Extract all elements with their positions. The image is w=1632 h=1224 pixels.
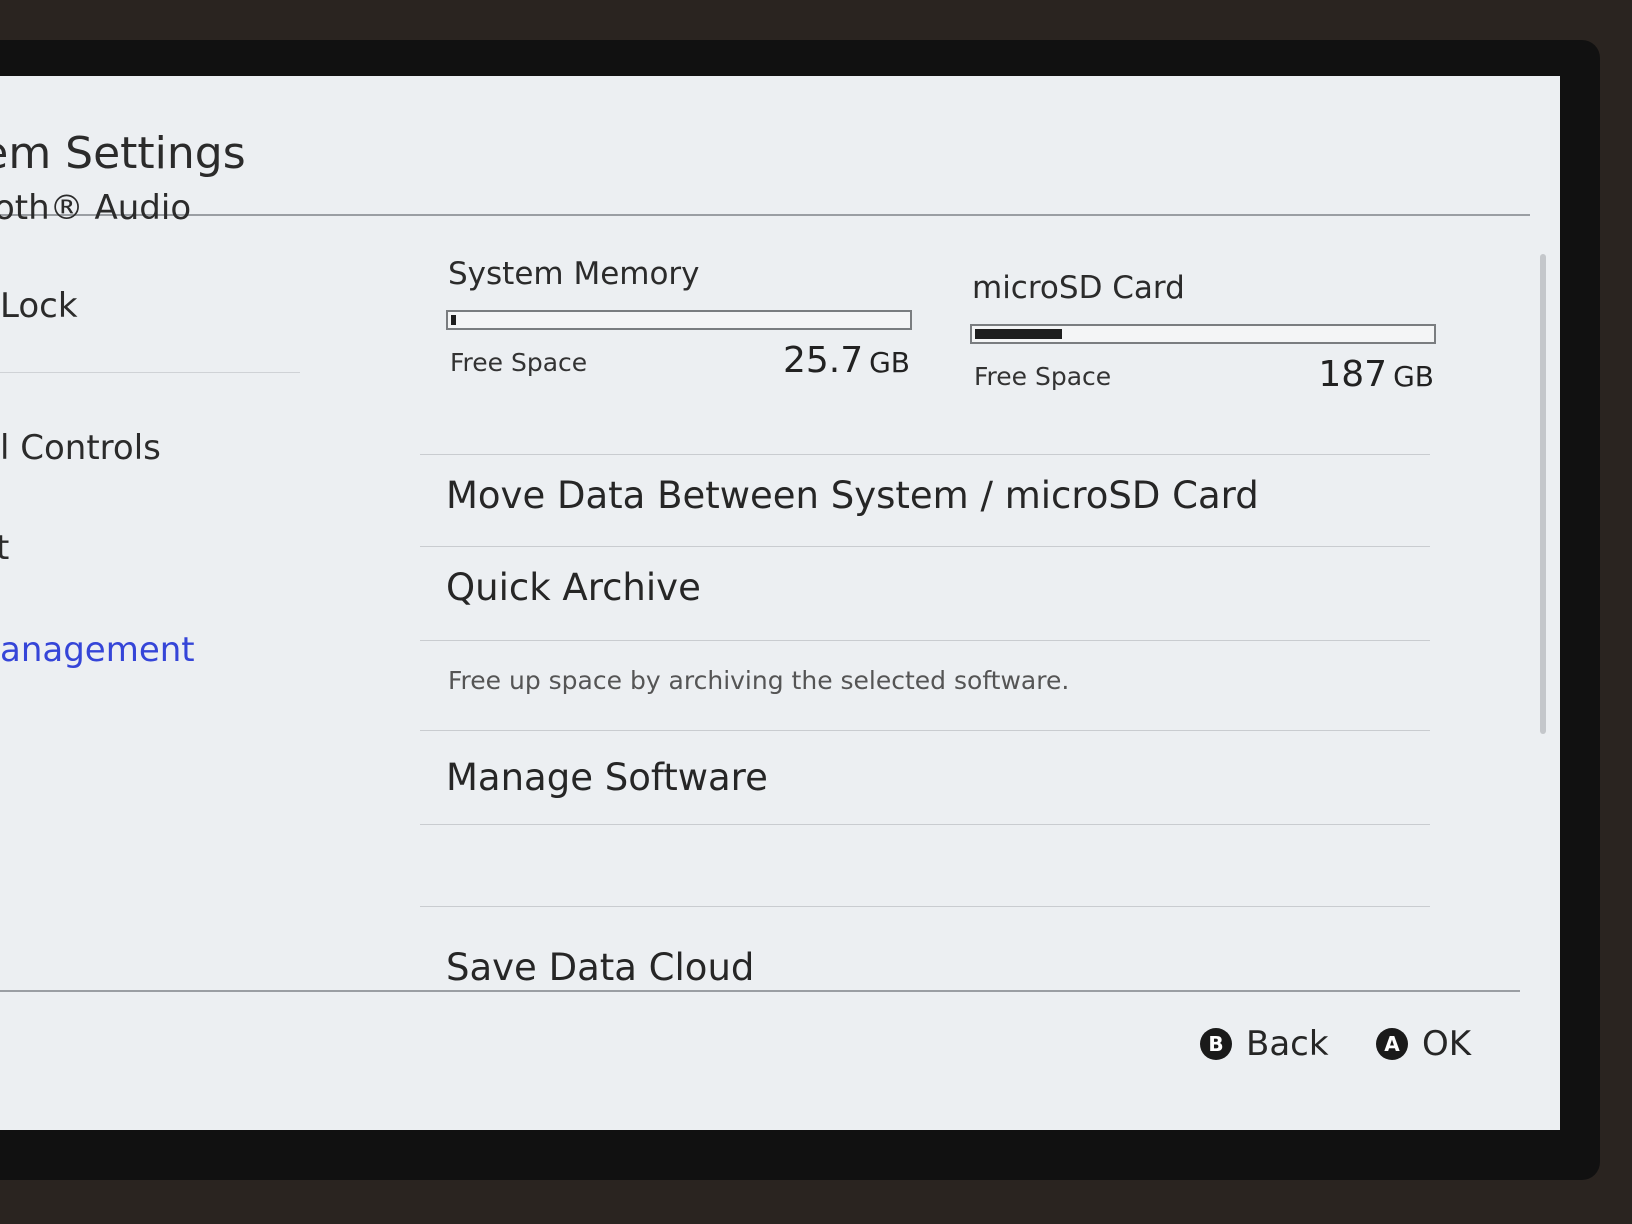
content-panel: System Memory Free Space 25.7 GB microSD … xyxy=(420,256,1440,1076)
ok-button[interactable]: A OK xyxy=(1376,1024,1471,1064)
quick-archive-description: Free up space by archiving the selected … xyxy=(448,666,1070,695)
a-button-icon: A xyxy=(1376,1028,1408,1060)
microsd-card-block: microSD Card Free Space 187 GB xyxy=(970,270,1440,400)
sidebar-item-data-management[interactable]: anagement xyxy=(0,630,195,670)
system-memory-bar-fill xyxy=(451,315,456,325)
scrollbar[interactable] xyxy=(1540,254,1546,734)
ok-button-label: OK xyxy=(1422,1024,1472,1064)
manage-software-item[interactable]: Manage Software xyxy=(446,756,768,799)
sidebar-divider xyxy=(0,372,300,373)
system-free-space-value: 25.7 GB xyxy=(782,340,910,381)
footer-divider xyxy=(0,990,1520,992)
page-title: tem Settings xyxy=(0,128,246,179)
microsd-free-space-value: 187 GB xyxy=(1318,354,1434,395)
system-memory-bar xyxy=(446,310,912,330)
sidebar: oth® Audio Lock l Controls t anagement xyxy=(0,188,330,1076)
screen: tem Settings oth® Audio Lock l Controls … xyxy=(0,76,1560,1130)
row-divider xyxy=(420,824,1430,825)
system-free-space-label: Free Space xyxy=(450,348,588,377)
system-memory-block: System Memory Free Space 25.7 GB xyxy=(446,256,916,386)
microsd-card-label: microSD Card xyxy=(972,270,1185,306)
system-memory-label: System Memory xyxy=(448,256,700,292)
quick-archive-item[interactable]: Quick Archive xyxy=(446,566,701,609)
row-divider xyxy=(420,906,1430,907)
microsd-card-bar xyxy=(970,324,1436,344)
save-data-cloud-item[interactable]: Save Data Cloud xyxy=(446,946,754,989)
sidebar-item-partial[interactable]: t xyxy=(0,528,9,568)
sidebar-item-lock[interactable]: Lock xyxy=(0,286,78,326)
row-divider xyxy=(420,546,1430,547)
microsd-card-bar-fill xyxy=(975,329,1062,339)
row-divider xyxy=(420,730,1430,731)
move-data-item[interactable]: Move Data Between System / microSD Card xyxy=(446,474,1259,517)
back-button-label: Back xyxy=(1246,1024,1329,1064)
microsd-free-space-label: Free Space xyxy=(974,362,1112,391)
sidebar-item-controls[interactable]: l Controls xyxy=(0,428,161,468)
row-divider xyxy=(420,454,1430,455)
sidebar-item-bluetooth-audio[interactable]: oth® Audio xyxy=(0,188,191,228)
row-divider xyxy=(420,640,1430,641)
b-button-icon: B xyxy=(1200,1028,1232,1060)
back-button[interactable]: B Back xyxy=(1200,1024,1329,1064)
